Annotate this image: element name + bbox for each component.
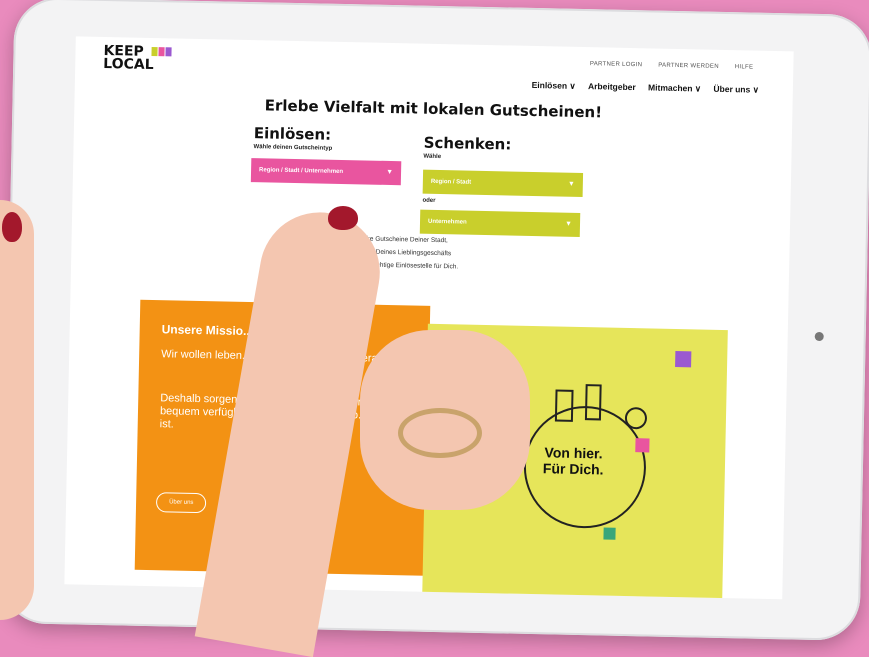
einloesen-select[interactable]: Region / Stadt / Unternehmen ▼ [250, 158, 402, 186]
main-nav: Einlösen ∨ Arbeitgeber Mitmachen ∨ Über … [522, 80, 759, 96]
nav-einloesen[interactable]: Einlösen ∨ [532, 80, 576, 91]
left-nail [2, 212, 22, 242]
schenken-region-select[interactable]: Region / Stadt ▼ [422, 169, 584, 198]
purple-square-deco [675, 350, 692, 368]
chevron-down-icon: ▼ [565, 220, 573, 228]
left-hand [0, 200, 34, 620]
home-camera-dot [814, 331, 824, 342]
schenken-title: Schenken: [423, 133, 512, 154]
ueber-uns-button[interactable]: Über uns [155, 492, 207, 514]
top-links: PARTNER LOGIN PARTNER WERDEN HILFE [576, 61, 754, 70]
pointing-nail [328, 206, 358, 230]
slogan: Von hier. Für Dich. [542, 444, 604, 478]
chevron-down-icon: ▼ [386, 168, 394, 177]
schenken-unternehmen-select[interactable]: Unternehmen ▼ [419, 209, 581, 237]
partner-werden-link[interactable]: PARTNER WERDEN [658, 63, 719, 70]
schenken-subtitle: Wähle [423, 153, 442, 161]
hilfe-link[interactable]: HILFE [735, 64, 754, 70]
tablet-device: KEEP LOCAL PARTNER LOGIN PARTNER WERDEN … [1, 0, 869, 641]
page-headline: Erlebe Vielfalt mit lokalen Gutscheinen! [264, 96, 603, 122]
einloesen-subtitle: Wähle deinen Gutscheintyp [253, 144, 333, 152]
partner-login-link[interactable]: PARTNER LOGIN [590, 61, 642, 68]
logo-color-marks [151, 46, 173, 59]
oder-label: oder [422, 197, 436, 204]
nav-ueber-uns[interactable]: Über uns ∨ [713, 84, 759, 95]
gold-ring [398, 408, 482, 458]
keep-local-logo[interactable]: KEEP LOCAL [103, 43, 173, 73]
chevron-down-icon: ▼ [567, 180, 575, 188]
nav-mitmachen[interactable]: Mitmachen ∨ [648, 82, 701, 93]
einloesen-title: Einlösen: [253, 124, 332, 144]
mission-title: Unsere Missio... [161, 322, 254, 339]
tablet-screen: KEEP LOCAL PARTNER LOGIN PARTNER WERDEN … [64, 36, 794, 600]
nav-arbeitgeber[interactable]: Arbeitgeber [588, 81, 636, 92]
